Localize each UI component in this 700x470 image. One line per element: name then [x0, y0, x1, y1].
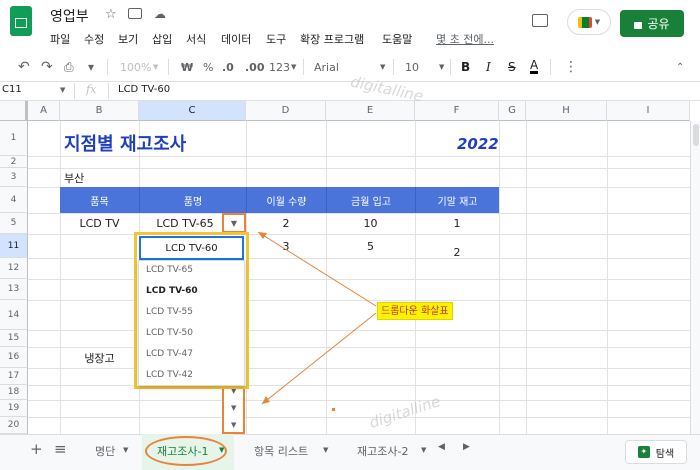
explore-label: 탐색	[655, 448, 675, 460]
tab-item-list-chevron-icon[interactable]: ▼	[323, 446, 328, 454]
callout-arrows	[257, 231, 377, 411]
explore-button[interactable]: ✦ 탐색	[625, 440, 687, 464]
tab-inventory-2-chevron-icon[interactable]: ▼	[421, 446, 426, 454]
active-tab-highlight	[145, 436, 227, 466]
tab-inventory-2[interactable]: 재고조사-2	[357, 443, 408, 459]
all-sheets-button[interactable]: ≡	[54, 440, 67, 458]
add-sheet-button[interactable]: +	[30, 440, 43, 458]
scroll-tabs-right-icon[interactable]: ▶	[463, 442, 470, 452]
tab-names[interactable]: 명단	[95, 443, 115, 459]
callout-label: 드롭다운 화살표	[377, 302, 453, 320]
explore-icon: ✦	[637, 446, 650, 458]
scroll-tabs-left-icon[interactable]: ◀	[438, 442, 445, 452]
tab-names-chevron-icon[interactable]: ▼	[123, 446, 128, 454]
tab-item-list[interactable]: 항목 리스트	[254, 443, 308, 459]
